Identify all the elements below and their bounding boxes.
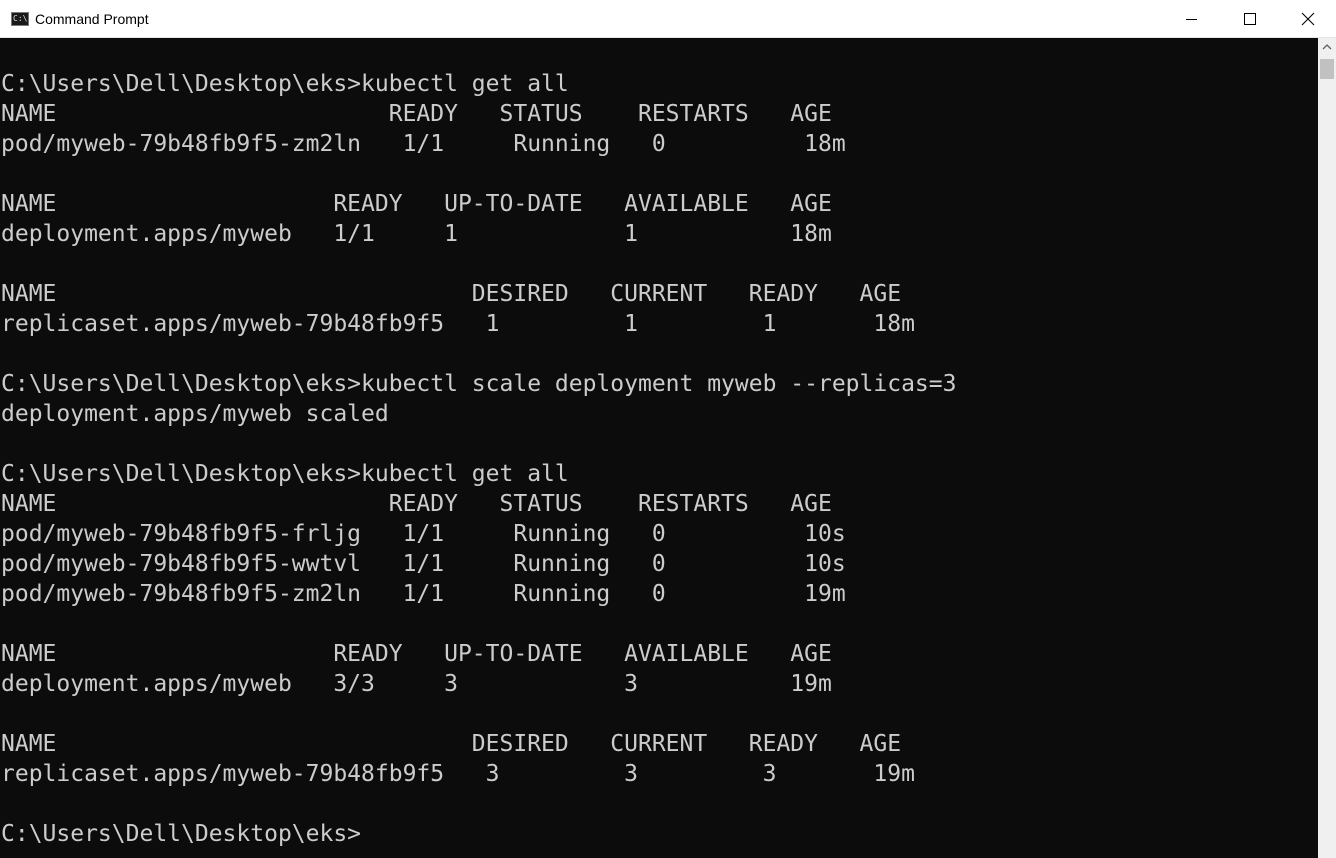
close-icon: [1301, 12, 1315, 26]
command-prompt-icon-label: C:\.: [13, 14, 33, 23]
console-line: replicaset.apps/myweb-79b48fb9f5 3 3 3 1…: [1, 761, 915, 787]
console-line: pod/myweb-79b48fb9f5-frljg 1/1 Running 0…: [1, 521, 846, 547]
console-line: C:\Users\Dell\Desktop\eks>kubectl get al…: [1, 461, 569, 487]
console-line: C:\Users\Dell\Desktop\eks>: [1, 821, 362, 847]
console-line: C:\Users\Dell\Desktop\eks>kubectl scale …: [1, 371, 957, 397]
console-line: NAME READY UP-TO-DATE AVAILABLE AGE: [1, 191, 832, 217]
console-line: pod/myweb-79b48fb9f5-wwtvl 1/1 Running 0…: [1, 551, 846, 577]
console-line: NAME DESIRED CURRENT READY AGE: [1, 731, 902, 757]
close-button[interactable]: [1278, 0, 1336, 38]
vertical-scrollbar[interactable]: [1318, 38, 1336, 858]
maximize-button[interactable]: [1220, 0, 1278, 38]
console-line: C:\Users\Dell\Desktop\eks>kubectl get al…: [1, 71, 569, 97]
minimize-icon: [1186, 19, 1197, 20]
title-bar[interactable]: C:\. Command Prompt: [0, 0, 1336, 38]
chevron-up-icon: [1322, 44, 1332, 50]
console-line: NAME READY STATUS RESTARTS AGE: [1, 491, 832, 517]
console-line: NAME READY UP-TO-DATE AVAILABLE AGE: [1, 641, 832, 667]
console-line: NAME READY STATUS RESTARTS AGE: [1, 101, 832, 127]
scroll-thumb[interactable]: [1320, 59, 1334, 79]
command-prompt-window: C:\. Command Prompt C:\Users\Dell\Deskto…: [0, 0, 1336, 858]
console-line: NAME DESIRED CURRENT READY AGE: [1, 281, 902, 307]
console-line: deployment.apps/myweb 1/1 1 1 18m: [1, 221, 832, 247]
console-line: replicaset.apps/myweb-79b48fb9f5 1 1 1 1…: [1, 311, 915, 337]
scroll-up-button[interactable]: [1318, 38, 1336, 56]
minimize-button[interactable]: [1162, 0, 1220, 38]
console-output-area[interactable]: C:\Users\Dell\Desktop\eks>kubectl get al…: [0, 38, 1318, 858]
console-line: deployment.apps/myweb 3/3 3 3 19m: [1, 671, 832, 697]
console-line: pod/myweb-79b48fb9f5-zm2ln 1/1 Running 0…: [1, 581, 846, 607]
console-line: pod/myweb-79b48fb9f5-zm2ln 1/1 Running 0…: [1, 131, 846, 157]
window-title: Command Prompt: [35, 11, 149, 27]
console-lines: C:\Users\Dell\Desktop\eks>kubectl get al…: [1, 69, 956, 849]
command-prompt-icon[interactable]: C:\.: [11, 12, 33, 26]
maximize-icon: [1244, 13, 1256, 25]
console-line: deployment.apps/myweb scaled: [1, 401, 389, 427]
